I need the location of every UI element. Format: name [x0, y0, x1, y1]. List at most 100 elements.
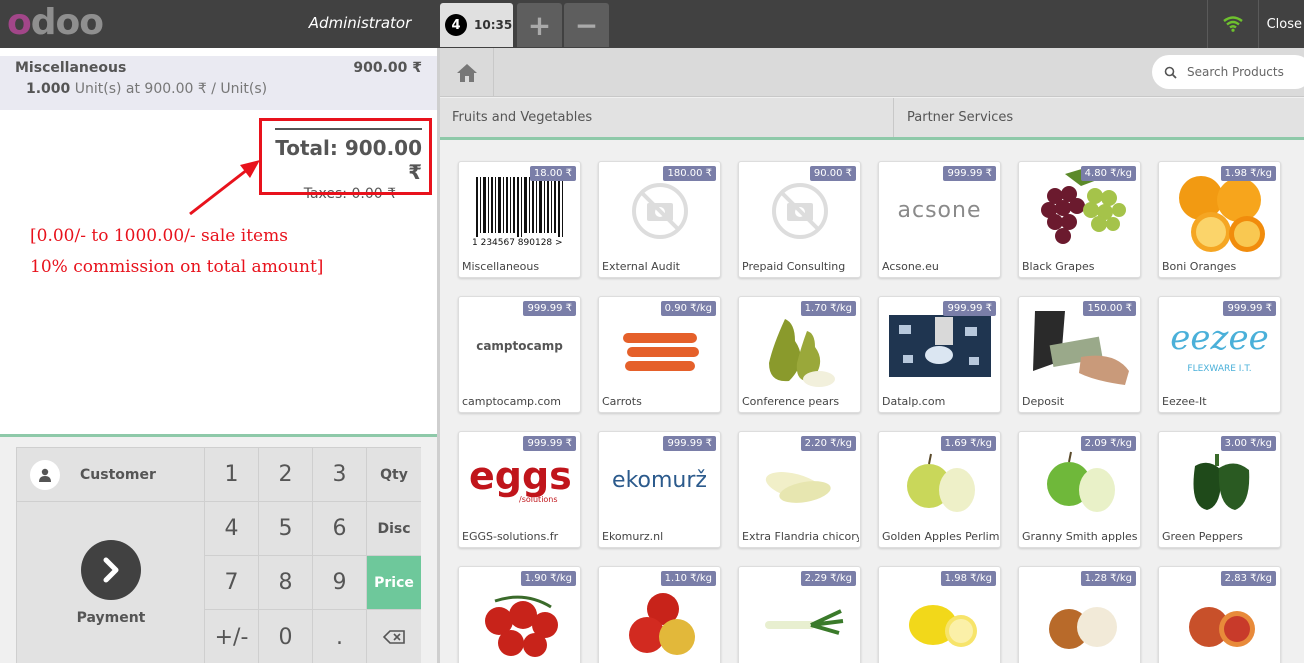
product-card[interactable]: 1.10 ₹/kg	[598, 566, 721, 663]
price-tag: 999.99 ₹	[523, 301, 576, 316]
product-name: Datalp.com	[882, 395, 946, 408]
product-card[interactable]: 2.20 ₹/kg Extra Flandria chicory	[738, 431, 861, 548]
product-card[interactable]: 1.98 ₹/kg Boni Oranges	[1158, 161, 1281, 278]
product-name: Eezee-It	[1162, 395, 1207, 408]
product-card[interactable]: 1.90 ₹/kg	[458, 566, 581, 663]
svg-text:1 234567 890128 >: 1 234567 890128 >	[472, 238, 563, 248]
numpad-key-2[interactable]: 2	[259, 448, 313, 502]
eezee-logo-subtext: FLEXWARE I.T.	[1187, 363, 1252, 374]
price-tag: 1.90 ₹/kg	[520, 571, 576, 586]
product-name: Conference pears	[742, 395, 840, 408]
product-card[interactable]: 2.83 ₹/kg	[1158, 566, 1281, 663]
product-card[interactable]: 3.00 ₹/kg Green Peppers	[1158, 431, 1281, 548]
customer-button[interactable]: Customer	[17, 448, 205, 502]
product-name: Acsone.eu	[882, 260, 939, 273]
customer-label: Customer	[80, 466, 156, 483]
product-name: Miscellaneous	[462, 260, 540, 273]
product-card[interactable]: 0.90 ₹/kg Carrots	[598, 296, 721, 413]
cashier-name[interactable]: Administrator	[300, 14, 420, 32]
product-card[interactable]: ekomurž 999.99 ₹ Ekomurz.nl	[598, 431, 721, 548]
product-card[interactable]: 1.98 ₹/kg	[878, 566, 1001, 663]
order-tab[interactable]: 4 10:35	[440, 3, 513, 47]
numpad-key-4[interactable]: 4	[205, 502, 259, 556]
backspace-icon[interactable]	[367, 610, 421, 663]
product-card[interactable]: acsone 999.99 ₹ Acsone.eu	[878, 161, 1001, 278]
product-card[interactable]: camptocamp 999.99 ₹ camptocamp.com	[458, 296, 581, 413]
product-card[interactable]: 180.00 ₹ External Audit	[598, 161, 721, 278]
product-name: External Audit	[602, 260, 680, 273]
order-line-info: 1.000 Unit(s) at 900.00 ₹ / Unit(s)	[26, 81, 267, 97]
category-fruits-vegetables[interactable]: Fruits and Vegetables	[440, 98, 894, 137]
price-tag: 180.00 ₹	[663, 166, 716, 181]
product-card[interactable]: 1.69 ₹/kg Golden Apples Perlim	[878, 431, 1001, 548]
order-line-qty: 1.000	[26, 81, 71, 97]
price-tag: 3.00 ₹/kg	[1220, 436, 1276, 451]
category-bar: Fruits and Vegetables Partner Services	[440, 98, 1304, 140]
price-tag: 90.00 ₹	[809, 166, 856, 181]
product-card[interactable]: 150.00 ₹ Deposit	[1018, 296, 1141, 413]
delete-order-button[interactable]: −	[564, 3, 609, 47]
product-card[interactable]: 4.80 ₹/kg Black Grapes	[1018, 161, 1141, 278]
product-name: Ekomurz.nl	[602, 530, 664, 543]
numpad-key-7[interactable]: 7	[205, 556, 259, 610]
annotation-note: [0.00/- to 1000.00/- sale items 10% comm…	[30, 221, 323, 283]
acsone-logo-text: acsone	[897, 198, 982, 223]
numpad-key-0[interactable]: 0	[259, 610, 313, 663]
annotation-highlight-box	[259, 118, 432, 195]
product-name: Deposit	[1022, 395, 1065, 408]
eggs-logo-subtext: /solutions	[519, 495, 558, 504]
user-icon	[30, 459, 60, 490]
price-tag: 1.98 ₹/kg	[1220, 166, 1276, 181]
numpad-key-1[interactable]: 1	[205, 448, 259, 502]
close-button[interactable]: Close	[1258, 0, 1304, 48]
numpad-key-5[interactable]: 5	[259, 502, 313, 556]
product-list: 1 234567 890128 > 18.00 ₹ Miscellaneous …	[440, 143, 1304, 663]
numpad-key-9[interactable]: 9	[313, 556, 367, 610]
product-card[interactable]: 1.28 ₹/kg	[1018, 566, 1141, 663]
product-card[interactable]: 90.00 ₹ Prepaid Consulting	[738, 161, 861, 278]
home-icon[interactable]	[440, 48, 494, 97]
search-input[interactable]	[1187, 65, 1297, 79]
price-tag: 2.09 ₹/kg	[1080, 436, 1136, 451]
mode-disc-button[interactable]: Disc	[367, 502, 421, 556]
order-area: Miscellaneous 900.00 ₹ 1.000 Unit(s) at …	[0, 48, 437, 434]
eezee-logo-text: eezee	[1170, 317, 1269, 358]
camptocamp-logo-text: camptocamp	[476, 338, 563, 353]
price-tag: 18.00 ₹	[529, 166, 576, 181]
order-line-price: 900.00 ₹	[353, 60, 422, 76]
price-tag: 999.99 ₹	[943, 166, 996, 181]
product-card[interactable]: eggs /solutions 999.99 ₹ EGGS-solutions.…	[458, 431, 581, 548]
annotation-line-2: 10% commission on total amount]	[30, 257, 324, 277]
price-tag: 999.99 ₹	[1223, 301, 1276, 316]
product-card[interactable]: 999.99 ₹ Datalp.com	[878, 296, 1001, 413]
numpad-key-dot[interactable]: .	[313, 610, 367, 663]
product-card[interactable]: 1.70 ₹/kg Conference pears	[738, 296, 861, 413]
numpad-key-plusminus[interactable]: +/-	[205, 610, 259, 663]
price-tag: 0.90 ₹/kg	[660, 301, 716, 316]
ekomurz-logo-text: ekomurž	[612, 468, 707, 493]
payment-button[interactable]: Payment	[17, 502, 205, 663]
search-box[interactable]	[1152, 55, 1304, 89]
chevron-right-icon	[81, 540, 141, 600]
mode-qty-button[interactable]: Qty	[367, 448, 421, 502]
numpad-key-6[interactable]: 6	[313, 502, 367, 556]
product-card[interactable]: 1 234567 890128 > 18.00 ₹ Miscellaneous	[458, 161, 581, 278]
right-pane: Fruits and Vegetables Partner Services 1…	[440, 48, 1304, 663]
product-card[interactable]: eezee FLEXWARE I.T. 999.99 ₹ Eezee-It	[1158, 296, 1281, 413]
numpad-key-3[interactable]: 3	[313, 448, 367, 502]
new-order-button[interactable]: +	[517, 3, 562, 47]
numpad-key-8[interactable]: 8	[259, 556, 313, 610]
order-line[interactable]: Miscellaneous 900.00 ₹ 1.000 Unit(s) at …	[0, 56, 437, 110]
price-tag: 999.99 ₹	[943, 301, 996, 316]
category-partner-services[interactable]: Partner Services	[895, 98, 1304, 137]
price-tag: 2.29 ₹/kg	[800, 571, 856, 586]
price-tag: 4.80 ₹/kg	[1080, 166, 1136, 181]
product-card[interactable]: 2.09 ₹/kg Granny Smith apples	[1018, 431, 1141, 548]
price-tag: 1.28 ₹/kg	[1080, 571, 1136, 586]
product-card[interactable]: 2.29 ₹/kg	[738, 566, 861, 663]
odoo-logo: o doo	[7, 1, 104, 43]
price-tag: 1.10 ₹/kg	[660, 571, 716, 586]
mode-price-button[interactable]: Price	[367, 556, 421, 610]
wifi-icon[interactable]	[1207, 0, 1257, 48]
product-name: Green Peppers	[1162, 530, 1243, 543]
